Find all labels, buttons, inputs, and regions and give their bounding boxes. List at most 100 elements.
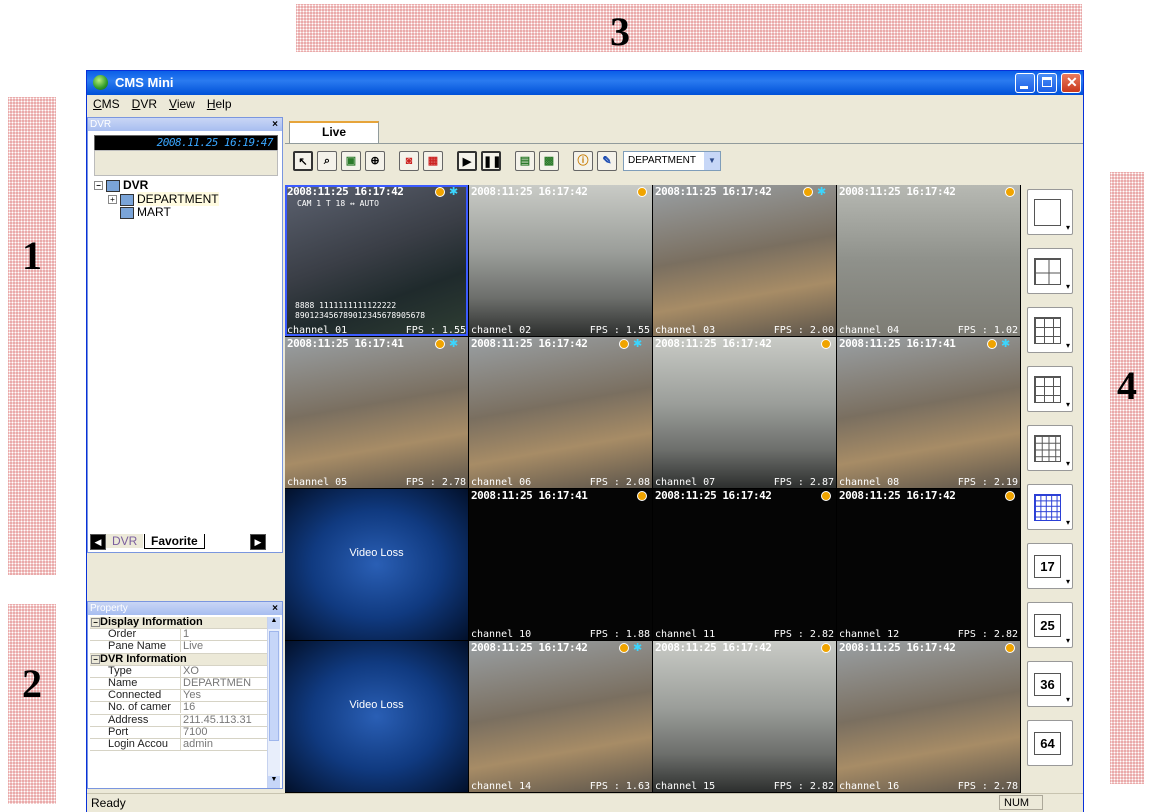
dropdown-arrow-icon[interactable]: ▾	[1066, 637, 1070, 645]
expand-icon[interactable]: +	[108, 195, 117, 205]
tab-live[interactable]: Live	[289, 121, 379, 143]
camera-tile[interactable]: 2008:11:25 16:17:41 channel 05 FPS : 2.78 ✱	[285, 337, 468, 488]
dropdown-arrow-icon[interactable]: ▾	[1066, 696, 1070, 704]
layout-button[interactable]: 64	[1027, 720, 1073, 766]
camera-tile[interactable]: 2008:11:25 16:17:42 channel 14 FPS : 1.63 ✱	[469, 641, 652, 792]
scroll-thumb[interactable]	[269, 631, 279, 741]
collapse-icon[interactable]: −	[91, 654, 100, 664]
camera-tile[interactable]: 2008:11:25 16:17:42 channel 11 FPS : 2.82	[653, 489, 836, 640]
snapshot-icon[interactable]: ▦	[423, 151, 443, 171]
pause-icon[interactable]: ❚❚	[481, 151, 501, 171]
fit-icon[interactable]: ▣	[341, 151, 361, 171]
property-row[interactable]: Pane Name Live	[90, 641, 268, 654]
grid-layout-icon	[1034, 199, 1061, 226]
dropdown-arrow-icon[interactable]: ▾	[1066, 401, 1070, 409]
layout-button[interactable]: ▾	[1027, 307, 1073, 353]
property-row[interactable]: Login Accou admin	[90, 738, 268, 752]
layout-button[interactable]: ▾	[1027, 248, 1073, 294]
camera-tile[interactable]: 2008:11:25 16:17:41 channel 08 FPS : 2.19 ✱	[837, 337, 1020, 488]
maximize-button[interactable]	[1037, 73, 1057, 93]
property-row[interactable]: Address 211.45.113.31	[90, 714, 268, 727]
tab-dvr[interactable]: DVR	[106, 534, 144, 548]
tree-node-mart[interactable]: MART	[120, 205, 171, 219]
camera-tile[interactable]: 2008:11:25 16:17:42 channel 16 FPS : 2.78	[837, 641, 1020, 792]
dropdown-arrow-icon[interactable]: ▾	[1066, 283, 1070, 291]
status-bar: Ready NUM	[87, 793, 1083, 812]
layout-button[interactable]: 17 ▾	[1027, 543, 1073, 589]
tab-favorite[interactable]: Favorite	[144, 534, 205, 549]
dropdown-arrow-icon[interactable]: ▾	[1066, 460, 1070, 468]
menu-view[interactable]: View	[163, 95, 201, 111]
dvr-panel-title: DVR	[90, 119, 112, 130]
property-row[interactable]: Port 7100	[90, 726, 268, 739]
collapse-icon[interactable]: −	[91, 618, 100, 627]
camera-timestamp: 2008:11:25 16:17:42	[839, 185, 956, 198]
property-row[interactable]: Connected Yes	[90, 690, 268, 703]
camera-tile[interactable]: 2008:11:25 16:17:42 channel 12 FPS : 2.82	[837, 489, 1020, 640]
camera-tile[interactable]: 2008:11:25 16:17:42 channel 03 FPS : 2.00 ✱	[653, 185, 836, 336]
select-pointer-icon[interactable]: ↖	[293, 151, 313, 171]
close-button[interactable]: ✕	[1061, 73, 1081, 93]
save-icon[interactable]: ▩	[539, 151, 559, 171]
recording-icon	[619, 339, 629, 349]
camera-tile[interactable]: 2008:11:25 16:17:42 channel 06 FPS : 2.08 ✱	[469, 337, 652, 488]
property-value: 211.45.113.31	[180, 714, 266, 726]
dropdown-arrow-icon[interactable]: ▾	[1066, 519, 1070, 527]
property-value: 16	[180, 702, 266, 714]
layout-button[interactable]: ▾	[1027, 425, 1073, 471]
layout-button[interactable]: 25 ▾	[1027, 602, 1073, 648]
num-lock-indicator: NUM	[999, 795, 1043, 810]
record-icon[interactable]: ◙	[399, 151, 419, 171]
camera-tile[interactable]: Video Loss	[285, 489, 468, 640]
property-section-header[interactable]: − DVR Information	[90, 653, 268, 666]
camera-tile[interactable]: Video Loss	[285, 641, 468, 792]
menu-help[interactable]: Help	[201, 95, 238, 111]
dropdown-arrow-icon[interactable]: ▾	[1066, 224, 1070, 232]
tree-node-label: DEPARTMENT	[137, 192, 219, 206]
chevron-down-icon[interactable]: ▼	[704, 152, 720, 170]
settings-icon[interactable]: ✎	[597, 151, 617, 171]
dropdown-arrow-icon[interactable]: ▾	[1066, 578, 1070, 586]
property-row[interactable]: No. of camer 16	[90, 702, 268, 715]
title-bar[interactable]: CMS Mini ✕	[87, 71, 1083, 95]
layout-button[interactable]: ▾	[1027, 484, 1073, 530]
layout-button[interactable]: 36 ▾	[1027, 661, 1073, 707]
play-icon[interactable]: ▶	[457, 151, 477, 171]
fullscreen-icon[interactable]: ⊕	[365, 151, 385, 171]
property-row[interactable]: Name DEPARTMEN	[90, 677, 268, 691]
camera-channel-label: channel 11	[655, 629, 716, 640]
camera-channel-label: channel 08	[839, 477, 900, 488]
layout-button[interactable]: ▾	[1027, 189, 1073, 235]
property-row[interactable]: Order 1	[90, 629, 268, 642]
tree-node-label: DVR	[123, 178, 149, 192]
layout-icon[interactable]: ▤	[515, 151, 535, 171]
camera-tile[interactable]: 2008:11:25 16:17:42 channel 15 FPS : 2.82	[653, 641, 836, 792]
camera-tile[interactable]: 2008:11:25 16:17:42 channel 04 FPS : 1.02	[837, 185, 1020, 336]
info-icon[interactable]: ⓘ	[573, 151, 593, 171]
tree-node-department[interactable]: + DEPARTMENT	[108, 192, 219, 206]
scroll-up-icon[interactable]: ▲	[268, 617, 280, 629]
dvr-select[interactable]: DEPARTMENT ▼	[623, 151, 721, 171]
camera-tile[interactable]: 2008:11:25 16:17:42 channel 07 FPS : 2.87	[653, 337, 836, 488]
scroll-down-icon[interactable]: ▼	[268, 776, 280, 788]
tree-node-dvr[interactable]: − DVR	[94, 178, 148, 192]
tab-scroll-right-icon[interactable]: ▶	[250, 534, 266, 550]
property-section-header[interactable]: − Display Information	[90, 617, 268, 630]
camera-tile[interactable]: 2008:11:25 16:17:42 channel 01 FPS : 1.55 ✱…	[285, 185, 468, 336]
property-row[interactable]: Type XO	[90, 665, 268, 678]
property-panel-close-icon[interactable]: ×	[272, 602, 278, 615]
camera-tile[interactable]: 2008:11:25 16:17:42 channel 02 FPS : 1.55	[469, 185, 652, 336]
video-loss-label: Video Loss	[349, 547, 404, 559]
property-scrollbar[interactable]: ▲ ▼	[267, 617, 280, 788]
zoom-icon[interactable]: ⌕	[317, 151, 337, 171]
camera-tile[interactable]: 2008:11:25 16:17:41 channel 10 FPS : 1.88	[469, 489, 652, 640]
minimize-button[interactable]	[1015, 73, 1035, 93]
layout-button[interactable]: ▾	[1027, 366, 1073, 412]
dvr-panel-close-icon[interactable]: ×	[272, 118, 278, 131]
property-value: admin	[180, 738, 266, 750]
tab-scroll-left-icon[interactable]: ◀	[90, 534, 106, 550]
dropdown-arrow-icon[interactable]: ▾	[1066, 342, 1070, 350]
menu-cms[interactable]: CMS	[87, 95, 126, 111]
menu-dvr[interactable]: DVR	[126, 95, 163, 111]
collapse-icon[interactable]: −	[94, 181, 103, 191]
